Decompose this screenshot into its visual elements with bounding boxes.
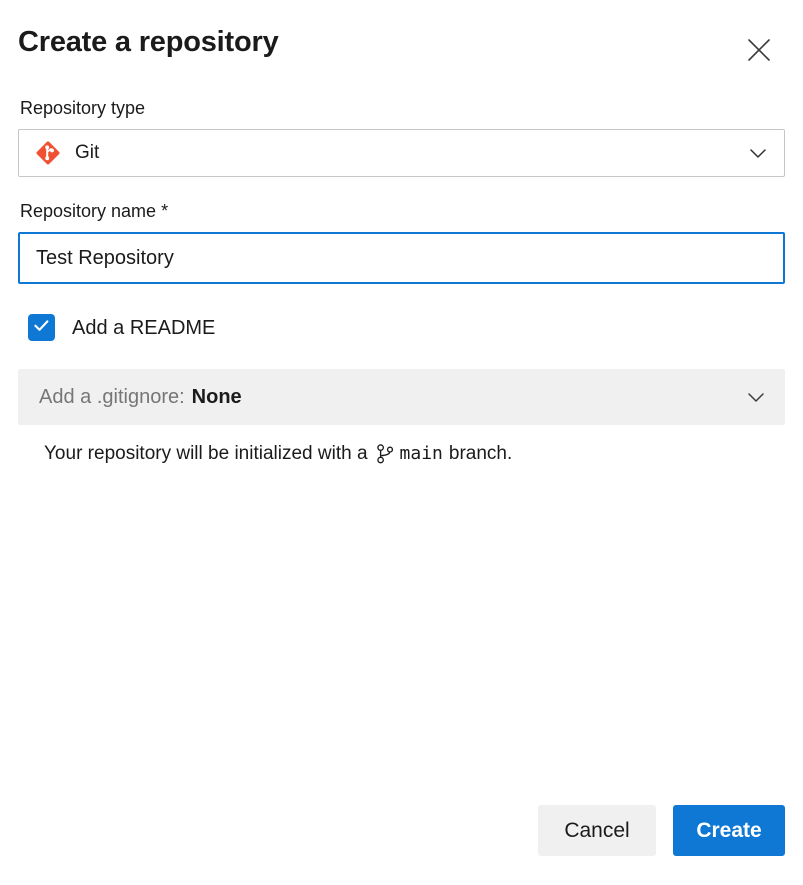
create-repository-dialog: Create a repository Repository type Git … — [0, 0, 803, 885]
add-readme-checkbox-row[interactable]: Add a README — [28, 314, 215, 341]
repository-name-input-wrapper[interactable] — [18, 232, 785, 284]
check-icon — [32, 316, 51, 340]
gitignore-dropdown[interactable]: Add a .gitignore: None — [18, 369, 785, 425]
create-button[interactable]: Create — [673, 805, 785, 856]
repository-type-dropdown[interactable]: Git — [18, 129, 785, 177]
chevron-down-icon — [744, 139, 772, 167]
chevron-down-icon — [742, 383, 770, 411]
git-branch-icon — [374, 442, 396, 466]
close-button[interactable] — [736, 27, 782, 73]
repository-type-value: Git — [75, 142, 100, 163]
add-readme-checkbox[interactable] — [28, 314, 55, 341]
default-branch-name: main — [399, 443, 443, 464]
dialog-header: Create a repository — [0, 0, 803, 96]
dialog-footer: Cancel Create — [0, 805, 803, 885]
page-title: Create a repository — [18, 26, 279, 58]
branch-initialization-note: Your repository will be initialized with… — [44, 441, 785, 467]
repository-type-field: Repository type Git — [18, 96, 785, 177]
gitignore-prefix-label: Add a .gitignore: — [39, 386, 185, 408]
add-readme-label: Add a README — [72, 316, 216, 339]
dialog-body: Repository type Git Repository name * Te… — [0, 96, 803, 805]
close-icon — [746, 37, 772, 63]
branch-note-suffix: branch. — [448, 443, 513, 464]
repository-name-input[interactable] — [36, 234, 771, 282]
repository-name-field: Repository name * — [18, 199, 785, 284]
git-icon — [35, 140, 61, 166]
repository-name-label: Repository name * — [20, 201, 169, 221]
repository-type-label: Repository type — [20, 98, 146, 118]
cancel-button[interactable]: Cancel — [538, 805, 656, 856]
branch-note-prefix: Your repository will be initialized with… — [44, 443, 368, 464]
gitignore-value: None — [191, 386, 242, 408]
